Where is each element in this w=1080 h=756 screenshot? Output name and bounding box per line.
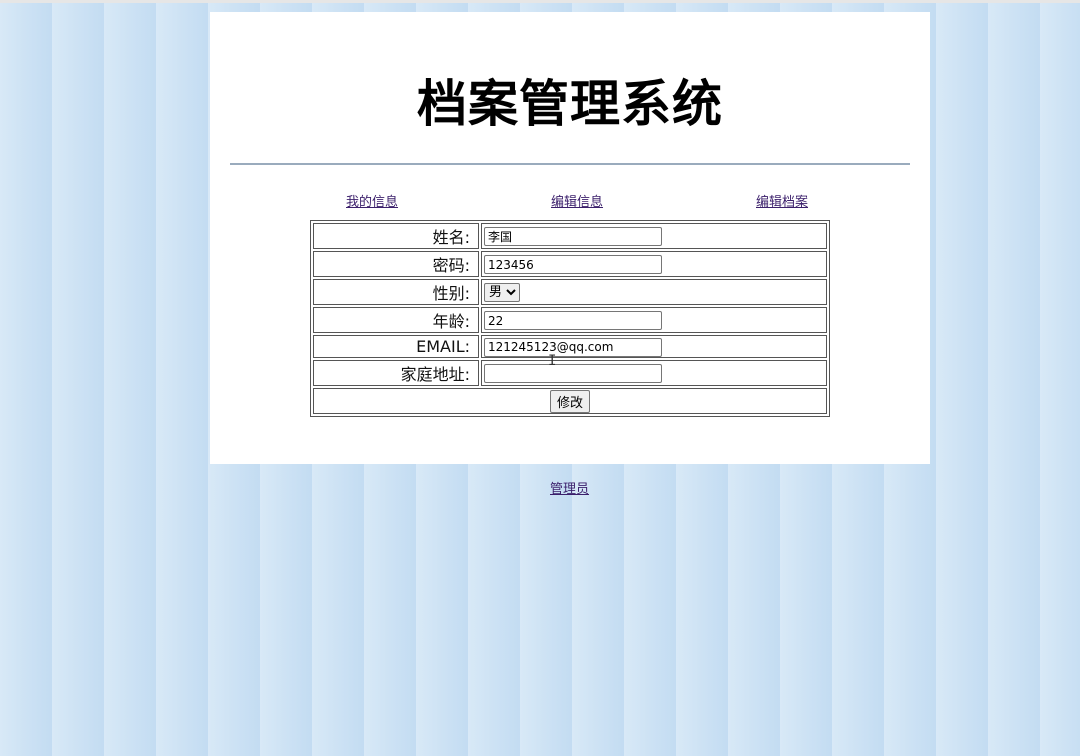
- age-cell: [481, 307, 827, 333]
- header-divider: [230, 163, 910, 165]
- email-label: EMAIL:: [313, 335, 479, 358]
- email-cell: [481, 335, 827, 358]
- form-row-name: 姓名:: [313, 223, 827, 249]
- form-row-password: 密码:: [313, 251, 827, 277]
- profile-form-table: 姓名: 密码: 性别: 男 年龄: EMAIL:: [310, 220, 830, 417]
- page-title: 档案管理系统: [417, 75, 723, 133]
- top-border: [0, 0, 1080, 3]
- name-cell: [481, 223, 827, 249]
- email-input[interactable]: [484, 337, 662, 357]
- address-input[interactable]: [484, 364, 662, 383]
- password-input[interactable]: [484, 255, 662, 274]
- address-label: 家庭地址:: [313, 360, 479, 386]
- form-row-address: 家庭地址:: [313, 360, 827, 386]
- nav-link-edit-info[interactable]: 编辑信息: [551, 191, 603, 210]
- password-cell: [481, 251, 827, 277]
- nav-link-my-info[interactable]: 我的信息: [346, 191, 398, 210]
- gender-label: 性别:: [313, 279, 479, 305]
- name-label: 姓名:: [313, 223, 479, 249]
- modify-button[interactable]: 修改: [549, 389, 590, 413]
- gender-cell: 男: [481, 279, 827, 305]
- nav-link-edit-archive[interactable]: 编辑档案: [756, 191, 808, 210]
- address-cell: [481, 360, 827, 386]
- name-input[interactable]: [484, 227, 662, 246]
- form-row-email: EMAIL:: [313, 335, 827, 358]
- password-label: 密码:: [313, 251, 479, 277]
- admin-link[interactable]: 管理员: [550, 478, 589, 497]
- actions-cell: 修改: [313, 388, 827, 414]
- text-cursor-icon: I: [548, 353, 557, 369]
- form-row-age: 年龄:: [313, 307, 827, 333]
- gender-select[interactable]: 男: [484, 283, 520, 302]
- age-label: 年龄:: [313, 307, 479, 333]
- form-row-gender: 性别: 男: [313, 279, 827, 305]
- form-row-actions: 修改: [313, 388, 827, 414]
- age-input[interactable]: [484, 311, 662, 330]
- main-panel: 档案管理系统 我的信息 编辑信息 编辑档案 姓名: 密码: 性别: 男 年龄:: [210, 12, 930, 464]
